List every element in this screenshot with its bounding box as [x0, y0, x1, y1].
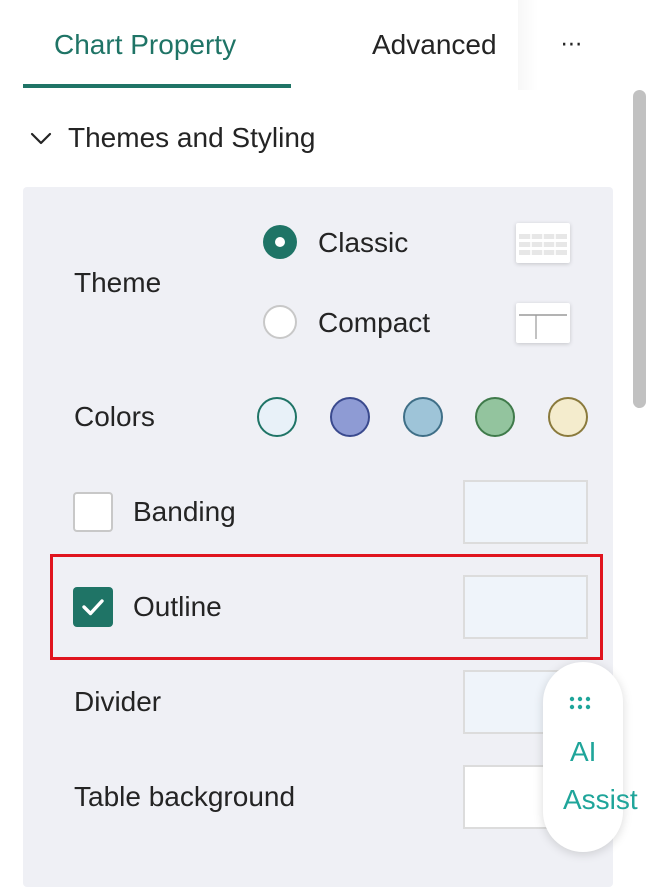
color-swatch-3[interactable]: [403, 397, 443, 437]
banding-color-picker[interactable]: [463, 480, 588, 544]
classic-table-icon: [519, 234, 567, 255]
section-title: Themes and Styling: [68, 122, 316, 153]
more-options-button[interactable]: ⋯: [556, 28, 588, 60]
banding-checkbox[interactable]: [73, 492, 113, 532]
vertical-scrollbar-thumb[interactable]: [633, 90, 646, 408]
theme-compact-label[interactable]: Compact: [318, 305, 430, 341]
table-background-label: Table background: [74, 781, 296, 812]
theme-classic-label[interactable]: Classic: [318, 225, 408, 261]
more-icon: ⋯: [560, 31, 584, 56]
outline-row-highlight: [50, 554, 603, 660]
chevron-down-icon: [30, 132, 52, 145]
banding-label[interactable]: Banding: [133, 494, 236, 530]
ai-assist-label-line2: Assist: [563, 784, 638, 815]
color-swatch-4[interactable]: [475, 397, 515, 437]
active-tab-indicator: [23, 84, 291, 88]
section-header-themes-styling[interactable]: Themes and Styling: [23, 116, 613, 160]
compact-table-icon: [519, 314, 567, 339]
divider-label: Divider: [74, 686, 162, 717]
colors-label: Colors: [74, 401, 155, 432]
ai-assist-button[interactable]: AI Assist: [543, 662, 638, 852]
theme-compact-radio[interactable]: [263, 305, 297, 339]
color-swatch-1[interactable]: [257, 397, 297, 437]
theme-classic-radio[interactable]: [263, 225, 297, 259]
compact-theme-thumbnail[interactable]: [516, 303, 570, 343]
color-swatch-2[interactable]: [330, 397, 370, 437]
classic-theme-thumbnail[interactable]: [516, 223, 570, 263]
tab-advanced[interactable]: Advanced: [372, 27, 497, 63]
tab-chart-property[interactable]: Chart Property: [54, 27, 236, 63]
grid-dots-icon: [569, 696, 591, 710]
theme-label: Theme: [74, 267, 162, 298]
color-swatch-5[interactable]: [548, 397, 588, 437]
tab-overflow-fade: [518, 0, 538, 90]
ai-assist-label-line1: AI: [570, 736, 597, 767]
